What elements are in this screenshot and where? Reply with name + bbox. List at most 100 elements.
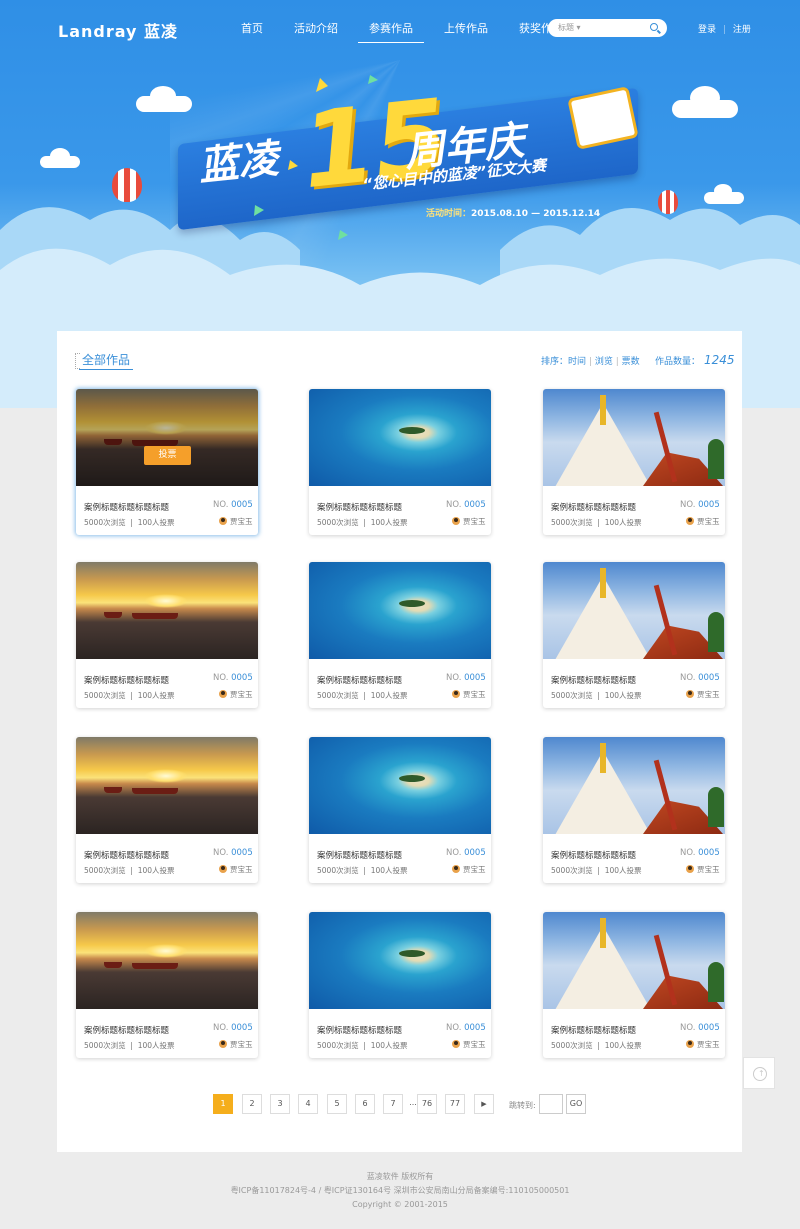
work-thumbnail[interactable] xyxy=(543,389,725,486)
work-number: NO. 0005 xyxy=(680,848,720,858)
work-card[interactable]: 案例标题标题标题标题 NO. 0005 5000次浏览 | 100人投票 贾宝玉 xyxy=(76,912,258,1058)
work-number-prefix: NO. xyxy=(680,1023,696,1033)
work-author[interactable]: 贾宝玉 xyxy=(219,516,253,527)
author-name: 贾宝玉 xyxy=(463,517,486,526)
work-number-prefix: NO. xyxy=(680,500,696,510)
work-title[interactable]: 案例标题标题标题标题 xyxy=(317,501,402,513)
work-number: NO. 0005 xyxy=(680,1023,720,1033)
page-number[interactable]: 5 xyxy=(327,1094,347,1114)
go-button[interactable]: GO xyxy=(566,1094,586,1114)
sort-options: 排序：时间 | 浏览 | 票数 xyxy=(541,354,640,367)
work-card[interactable]: 案例标题标题标题标题 NO. 0005 5000次浏览 | 100人投票 贾宝玉 xyxy=(543,737,725,883)
work-title[interactable]: 案例标题标题标题标题 xyxy=(551,674,636,686)
stat-separator: | xyxy=(130,1041,133,1050)
search-icon[interactable] xyxy=(650,23,658,31)
register-link[interactable]: 注册 xyxy=(733,25,751,35)
work-number-value: 0005 xyxy=(464,500,486,510)
stat-separator: | xyxy=(597,866,600,875)
back-to-top-button[interactable]: ↑ xyxy=(743,1057,775,1089)
work-title[interactable]: 案例标题标题标题标题 xyxy=(551,849,636,861)
search-box[interactable]: 标题 ▾ xyxy=(548,19,667,37)
work-card[interactable]: 案例标题标题标题标题 NO. 0005 5000次浏览 | 100人投票 贾宝玉 xyxy=(76,737,258,883)
vote-button[interactable]: 投票 xyxy=(144,446,191,465)
work-author[interactable]: 贾宝玉 xyxy=(219,864,253,875)
work-card[interactable]: 案例标题标题标题标题 NO. 0005 5000次浏览 | 100人投票 贾宝玉 xyxy=(543,389,725,535)
work-author[interactable]: 贾宝玉 xyxy=(452,864,486,875)
search-type-select[interactable]: 标题 ▾ xyxy=(558,22,581,33)
work-thumbnail[interactable] xyxy=(76,562,258,659)
vote-count: 100人投票 xyxy=(137,691,175,700)
boat-shape xyxy=(132,788,178,794)
work-title[interactable]: 案例标题标题标题标题 xyxy=(84,1024,169,1036)
work-title[interactable]: 案例标题标题标题标题 xyxy=(317,1024,402,1036)
sort-by-time[interactable]: 时间 xyxy=(568,357,586,367)
author-name: 贾宝玉 xyxy=(230,517,253,526)
work-title[interactable]: 案例标题标题标题标题 xyxy=(317,849,402,861)
nav-entries[interactable]: 参赛作品 xyxy=(358,20,424,43)
work-title[interactable]: 案例标题标题标题标题 xyxy=(551,501,636,513)
work-title[interactable]: 案例标题标题标题标题 xyxy=(84,501,169,513)
view-count: 5000次浏览 xyxy=(84,691,126,700)
jump-page-input[interactable] xyxy=(539,1094,563,1114)
stat-separator: | xyxy=(130,866,133,875)
author-name: 贾宝玉 xyxy=(230,690,253,699)
work-card[interactable]: 案例标题标题标题标题 NO. 0005 5000次浏览 | 100人投票 贾宝玉 xyxy=(309,562,491,708)
work-author[interactable]: 贾宝玉 xyxy=(686,1039,720,1050)
work-card[interactable]: 案例标题标题标题标题 NO. 0005 5000次浏览 | 100人投票 贾宝玉 xyxy=(76,562,258,708)
view-count: 5000次浏览 xyxy=(84,866,126,875)
work-title[interactable]: 案例标题标题标题标题 xyxy=(551,1024,636,1036)
login-link[interactable]: 登录 xyxy=(698,25,716,35)
page-number[interactable]: 77 xyxy=(445,1094,465,1114)
work-card[interactable]: 案例标题标题标题标题 NO. 0005 5000次浏览 | 100人投票 贾宝玉 xyxy=(543,912,725,1058)
nav-activity-intro[interactable]: 活动介绍 xyxy=(283,20,349,43)
work-thumbnail[interactable] xyxy=(543,912,725,1009)
page-number[interactable]: 7 xyxy=(383,1094,403,1114)
work-card[interactable]: 投票 案例标题标题标题标题 NO. 0005 5000次浏览 | 100人投票 贾宝玉 xyxy=(76,389,258,535)
work-thumbnail[interactable] xyxy=(543,737,725,834)
sort-by-votes[interactable]: 票数 xyxy=(622,357,640,367)
view-count: 5000次浏览 xyxy=(551,1041,593,1050)
work-author[interactable]: 贾宝玉 xyxy=(452,689,486,700)
work-title[interactable]: 案例标题标题标题标题 xyxy=(84,849,169,861)
work-author[interactable]: 贾宝玉 xyxy=(686,864,720,875)
page-number[interactable]: 76 xyxy=(417,1094,437,1114)
nav-upload[interactable]: 上传作品 xyxy=(433,20,499,43)
island-trees xyxy=(399,775,425,782)
view-count: 5000次浏览 xyxy=(317,866,359,875)
work-thumbnail[interactable] xyxy=(309,562,491,659)
page-number[interactable]: 2 xyxy=(242,1094,262,1114)
work-thumbnail[interactable] xyxy=(76,737,258,834)
island-trees xyxy=(399,950,425,957)
nav-home[interactable]: 首页 xyxy=(230,20,274,43)
work-title[interactable]: 案例标题标题标题标题 xyxy=(317,674,402,686)
work-author[interactable]: 贾宝玉 xyxy=(686,689,720,700)
footer: 蓝凌软件 版权所有 粤ICP备11017824号-4 / 粤ICP证130164… xyxy=(0,1170,800,1212)
work-thumbnail[interactable] xyxy=(309,737,491,834)
page-number[interactable]: 3 xyxy=(270,1094,290,1114)
work-card[interactable]: 案例标题标题标题标题 NO. 0005 5000次浏览 | 100人投票 贾宝玉 xyxy=(309,389,491,535)
work-card[interactable]: 案例标题标题标题标题 NO. 0005 5000次浏览 | 100人投票 贾宝玉 xyxy=(309,912,491,1058)
work-stats: 5000次浏览 | 100人投票 xyxy=(84,517,175,528)
view-count: 5000次浏览 xyxy=(84,1041,126,1050)
next-page-button[interactable]: ▶ xyxy=(474,1094,494,1114)
work-author[interactable]: 贾宝玉 xyxy=(686,516,720,527)
work-card[interactable]: 案例标题标题标题标题 NO. 0005 5000次浏览 | 100人投票 贾宝玉 xyxy=(309,737,491,883)
sort-by-views[interactable]: 浏览 xyxy=(595,357,613,367)
author-name: 贾宝玉 xyxy=(463,865,486,874)
work-thumbnail[interactable] xyxy=(309,912,491,1009)
author-name: 贾宝玉 xyxy=(697,690,720,699)
page-number[interactable]: 4 xyxy=(298,1094,318,1114)
page-number[interactable]: 1 xyxy=(213,1094,233,1114)
work-card[interactable]: 案例标题标题标题标题 NO. 0005 5000次浏览 | 100人投票 贾宝玉 xyxy=(543,562,725,708)
work-thumbnail[interactable] xyxy=(76,912,258,1009)
work-title[interactable]: 案例标题标题标题标题 xyxy=(84,674,169,686)
work-author[interactable]: 贾宝玉 xyxy=(452,1039,486,1050)
work-author[interactable]: 贾宝玉 xyxy=(219,1039,253,1050)
sort-separator: | xyxy=(588,357,592,367)
work-thumbnail[interactable] xyxy=(309,389,491,486)
work-thumbnail[interactable] xyxy=(543,562,725,659)
work-author[interactable]: 贾宝玉 xyxy=(219,689,253,700)
work-author[interactable]: 贾宝玉 xyxy=(452,516,486,527)
page-number[interactable]: 6 xyxy=(355,1094,375,1114)
logo[interactable]: Landray 蓝凌 xyxy=(58,18,178,42)
